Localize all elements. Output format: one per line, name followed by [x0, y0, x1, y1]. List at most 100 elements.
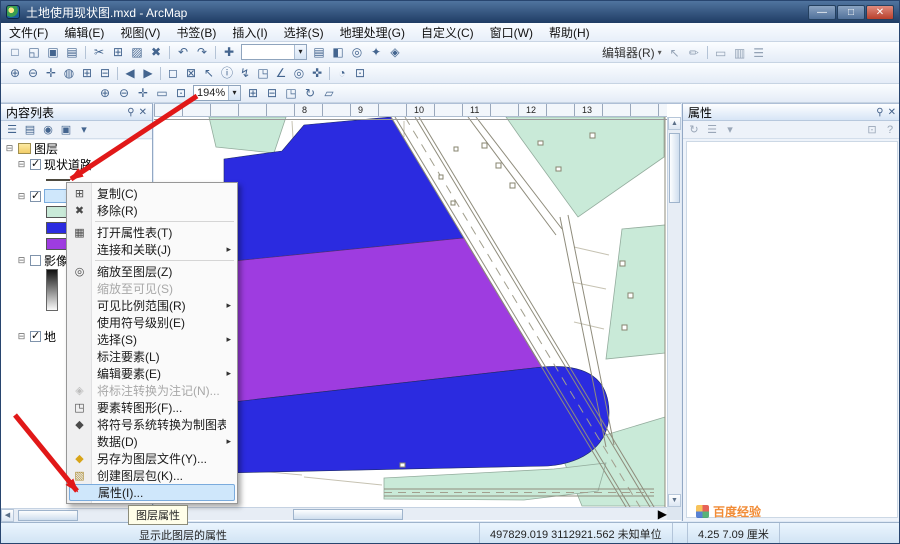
- menu-item-use-symbol-levels[interactable]: 使用符号级别(E) ▸: [67, 314, 237, 331]
- save-icon[interactable]: ▣: [44, 44, 62, 60]
- collapse-icon[interactable]: ⊟: [16, 159, 27, 170]
- menu-item-create-layer-package[interactable]: ▧ 创建图层包(K)... ▸: [67, 467, 237, 484]
- add-data-icon[interactable]: ✚: [220, 44, 238, 60]
- delete-icon[interactable]: ✖: [147, 44, 165, 60]
- close-icon[interactable]: ✕: [888, 107, 896, 118]
- create-features-icon[interactable]: ▭: [712, 45, 730, 61]
- menu-selection[interactable]: 选择(S): [276, 22, 332, 43]
- menu-item-convert-labels-to-annotation[interactable]: ◈ 将标注转换为注记(N)... ▸: [67, 382, 237, 399]
- fixed-zoom-out-icon[interactable]: ⊟: [96, 65, 114, 81]
- scrollbar-thumb[interactable]: [18, 509, 78, 521]
- collapse-icon[interactable]: ⊟: [4, 143, 15, 154]
- layout-zoom-100-icon[interactable]: ⊡: [172, 85, 190, 101]
- forward-extent-icon[interactable]: ▶: [139, 65, 157, 81]
- select-elements-icon[interactable]: ↖: [200, 65, 218, 81]
- layout-fixed-zoom-in-icon[interactable]: ⊞: [244, 85, 262, 101]
- model-builder-icon[interactable]: ◈: [386, 44, 404, 60]
- pin-icon[interactable]: ⚲: [876, 107, 883, 118]
- pan-icon[interactable]: ✛: [42, 65, 60, 81]
- toolbar-separator[interactable]: [85, 45, 86, 59]
- rp-dock-icon[interactable]: ⊡: [864, 122, 880, 138]
- viewer-window-icon[interactable]: ⊡: [351, 65, 369, 81]
- print-icon[interactable]: ▤: [63, 44, 81, 60]
- layout-fixed-zoom-out-icon[interactable]: ⊟: [263, 85, 281, 101]
- pin-icon[interactable]: ⚲: [127, 107, 134, 118]
- menu-item-joins-and-relates[interactable]: 连接和关联(J) ▸: [67, 241, 237, 258]
- rp-help-icon[interactable]: ?: [882, 122, 898, 138]
- layout-zoom-out-icon[interactable]: ⊖: [115, 85, 133, 101]
- zoom-in-icon[interactable]: ⊕: [6, 65, 24, 81]
- html-popup-icon[interactable]: ◳: [254, 65, 272, 81]
- scrollbar-thumb[interactable]: [293, 508, 404, 520]
- toolbar-separator[interactable]: [169, 45, 170, 59]
- layer-visibility-checkbox[interactable]: [30, 157, 41, 170]
- layout-zoom-combo[interactable]: 194% ▾: [193, 85, 241, 101]
- scroll-right-icon[interactable]: ▶: [658, 507, 667, 521]
- scroll-up-icon[interactable]: ▲: [668, 117, 681, 130]
- full-extent-icon[interactable]: ◍: [60, 65, 78, 81]
- collapse-icon[interactable]: ⊟: [16, 191, 27, 202]
- menu-edit[interactable]: 编辑(E): [56, 22, 112, 43]
- menu-item-visible-scale-range[interactable]: 可见比例范围(R) ▸: [67, 297, 237, 314]
- minimize-button[interactable]: —: [808, 4, 836, 20]
- menu-view[interactable]: 视图(V): [112, 22, 168, 43]
- find-icon[interactable]: ◎: [290, 65, 308, 81]
- list-by-drawing-order-icon[interactable]: ☰: [4, 122, 20, 138]
- menu-item-open-attribute-table[interactable]: ▦ 打开属性表(T) ▸: [67, 224, 237, 241]
- data-frame-row[interactable]: ⊟ 图层: [1, 140, 152, 156]
- toolbar-separator[interactable]: [329, 66, 330, 80]
- list-by-visibility-icon[interactable]: ◉: [40, 122, 56, 138]
- collapse-icon[interactable]: ⊟: [16, 331, 27, 342]
- close-icon[interactable]: ✕: [139, 107, 147, 118]
- layer-visibility-checkbox[interactable]: [30, 254, 41, 266]
- open-icon[interactable]: ◱: [25, 44, 43, 60]
- menu-bookmarks[interactable]: 书签(B): [168, 22, 224, 43]
- menu-insert[interactable]: 插入(I): [224, 22, 275, 43]
- time-slider-icon[interactable]: ◔: [333, 65, 351, 81]
- layout-zoom-whole-page-icon[interactable]: ▭: [153, 85, 171, 101]
- select-features-icon[interactable]: ◻: [164, 65, 182, 81]
- layout-focus-data-frame-icon[interactable]: ◳: [282, 85, 300, 101]
- sketch-menu-icon[interactable]: ☰: [750, 45, 768, 61]
- map-horizontal-scrollbar[interactable]: ◀ ▶: [154, 507, 667, 521]
- new-document-icon[interactable]: □: [6, 44, 24, 60]
- copy-icon[interactable]: ⊞: [109, 44, 127, 60]
- list-by-selection-icon[interactable]: ▣: [58, 122, 74, 138]
- layer-visibility-checkbox[interactable]: [30, 189, 41, 202]
- menu-customize[interactable]: 自定义(C): [413, 22, 482, 43]
- maximize-button[interactable]: □: [837, 4, 865, 20]
- table-of-contents-icon[interactable]: ▤: [310, 44, 328, 60]
- toolbar-separator[interactable]: [160, 66, 161, 80]
- menu-file[interactable]: 文件(F): [1, 22, 56, 43]
- identify-icon[interactable]: ⓘ: [218, 65, 236, 81]
- zoom-out-icon[interactable]: ⊖: [24, 65, 42, 81]
- layer-row-roads[interactable]: ⊟ 现状道路: [1, 156, 152, 172]
- menu-item-data[interactable]: 数据(D) ▸: [67, 433, 237, 450]
- map-vertical-scrollbar[interactable]: ▲ ▼: [667, 117, 681, 507]
- scroll-left-icon[interactable]: ◀: [1, 508, 14, 522]
- undo-icon[interactable]: ↶: [174, 44, 192, 60]
- editor-menu-button[interactable]: 编辑器(R): [599, 44, 658, 61]
- back-extent-icon[interactable]: ◀: [121, 65, 139, 81]
- layer-visibility-checkbox[interactable]: [30, 329, 41, 342]
- toolbar-separator[interactable]: [706, 46, 708, 59]
- menu-item-zoom-to-layer[interactable]: ◎ 缩放至图层(Z) ▸: [67, 263, 237, 280]
- menu-item-convert-symbology-to-representation[interactable]: ◆ 将符号系统转换为制图表达(B)... ▸: [67, 416, 237, 433]
- redo-icon[interactable]: ↷: [193, 44, 211, 60]
- dropdown-arrow-icon[interactable]: ▾: [658, 48, 666, 57]
- toolbar-separator[interactable]: [117, 66, 118, 80]
- map-scale-combo[interactable]: ▾: [241, 44, 307, 60]
- list-by-source-icon[interactable]: ▤: [22, 122, 38, 138]
- toc-options-icon[interactable]: ▾: [76, 122, 92, 138]
- menu-item-selection[interactable]: 选择(S) ▸: [67, 331, 237, 348]
- cut-icon[interactable]: ✂: [90, 44, 108, 60]
- collapse-icon[interactable]: ⊟: [16, 255, 27, 266]
- menu-item-remove[interactable]: ✖ 移除(R) ▸: [67, 202, 237, 219]
- catalog-icon[interactable]: ◧: [329, 44, 347, 60]
- toolbox-icon[interactable]: ✦: [367, 44, 385, 60]
- menu-item-copy[interactable]: ⊞ 复制(C) ▸: [67, 185, 237, 202]
- dropdown-arrow-icon[interactable]: ▾: [294, 45, 306, 59]
- rp-list-icon[interactable]: ☰: [704, 122, 720, 138]
- scroll-down-icon[interactable]: ▼: [668, 494, 681, 507]
- rp-refresh-icon[interactable]: ↻: [686, 122, 702, 138]
